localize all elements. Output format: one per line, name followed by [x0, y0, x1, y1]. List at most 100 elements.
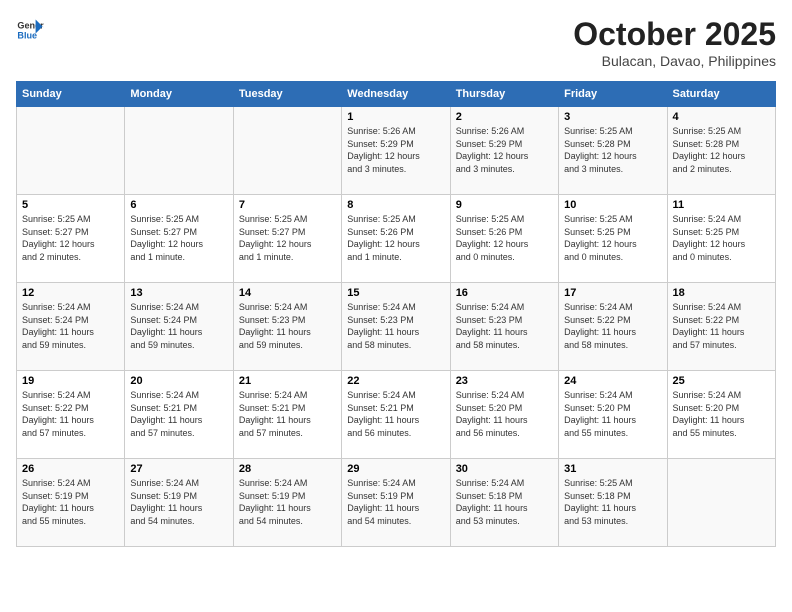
- day-number: 31: [564, 463, 661, 475]
- weekday-header-thursday: Thursday: [450, 82, 558, 107]
- location-subtitle: Bulacan, Davao, Philippines: [573, 53, 776, 69]
- day-info: Sunrise: 5:24 AM Sunset: 5:20 PM Dayligh…: [673, 389, 770, 439]
- calendar-cell: 7 Sunrise: 5:25 AM Sunset: 5:27 PM Daylig…: [233, 195, 341, 283]
- calendar-cell: 20Sunrise: 5:24 AM Sunset: 5:21 PM Dayli…: [125, 371, 233, 459]
- day-info: Sunrise: 5:25 AM Sunset: 5:26 PM Dayligh…: [456, 213, 553, 263]
- day-info: Sunrise: 5:25 AM Sunset: 5:27 PM Dayligh…: [22, 213, 119, 263]
- day-number: 22: [347, 375, 444, 387]
- day-info: Sunrise: 5:25 AM Sunset: 5:27 PM Dayligh…: [130, 213, 227, 263]
- calendar-cell: 24 Sunrise: 5:24 AM Sunset: 5:20 PM Dayli…: [559, 371, 667, 459]
- calendar-cell: 22 Sunrise: 5:24 AM Sunset: 5:21 PM Dayli…: [342, 371, 450, 459]
- day-number: 9: [456, 199, 553, 211]
- day-number: 20: [130, 375, 227, 387]
- day-info: Sunrise: 5:24 AM Sunset: 5:25 PM Dayligh…: [673, 213, 770, 263]
- calendar-cell: 19Sunrise: 5:24 AM Sunset: 5:22 PM Dayli…: [17, 371, 125, 459]
- day-info: Sunrise: 5:25 AM Sunset: 5:25 PM Dayligh…: [564, 213, 661, 263]
- calendar-cell: 11 Sunrise: 5:24 AM Sunset: 5:25 PM Dayli…: [667, 195, 775, 283]
- weekday-header-friday: Friday: [559, 82, 667, 107]
- calendar-cell: 28 Sunrise: 5:24 AM Sunset: 5:19 PM Dayli…: [233, 459, 341, 547]
- logo-icon: General Blue: [16, 16, 44, 44]
- svg-text:Blue: Blue: [17, 30, 37, 40]
- day-number: 29: [347, 463, 444, 475]
- weekday-header-tuesday: Tuesday: [233, 82, 341, 107]
- week-row-3: 12 Sunrise: 5:24 AM Sunset: 5:24 PM Dayli…: [17, 283, 776, 371]
- calendar-cell: 8 Sunrise: 5:25 AM Sunset: 5:26 PM Daylig…: [342, 195, 450, 283]
- day-number: 16: [456, 287, 553, 299]
- day-info: Sunrise: 5:25 AM Sunset: 5:18 PM Dayligh…: [564, 477, 661, 527]
- day-number: 23: [456, 375, 553, 387]
- day-number: 3: [564, 111, 661, 123]
- calendar-cell: 5 Sunrise: 5:25 AM Sunset: 5:27 PM Daylig…: [17, 195, 125, 283]
- day-info: Sunrise: 5:24 AM Sunset: 5:22 PM Dayligh…: [673, 301, 770, 351]
- calendar-cell: 27 Sunrise: 5:24 AM Sunset: 5:19 PM Dayli…: [125, 459, 233, 547]
- week-row-5: 26Sunrise: 5:24 AM Sunset: 5:19 PM Dayli…: [17, 459, 776, 547]
- calendar-cell: 4 Sunrise: 5:25 AM Sunset: 5:28 PM Daylig…: [667, 107, 775, 195]
- day-info: Sunrise: 5:24 AM Sunset: 5:19 PM Dayligh…: [22, 477, 119, 527]
- week-row-2: 5 Sunrise: 5:25 AM Sunset: 5:27 PM Daylig…: [17, 195, 776, 283]
- day-info: Sunrise: 5:26 AM Sunset: 5:29 PM Dayligh…: [347, 125, 444, 175]
- day-number: 5: [22, 199, 119, 211]
- day-number: 30: [456, 463, 553, 475]
- day-number: 15: [347, 287, 444, 299]
- logo: General Blue: [16, 16, 44, 44]
- calendar-cell: 25 Sunrise: 5:24 AM Sunset: 5:20 PM Dayli…: [667, 371, 775, 459]
- day-info: Sunrise: 5:24 AM Sunset: 5:24 PM Dayligh…: [130, 301, 227, 351]
- day-info: Sunrise: 5:26 AM Sunset: 5:29 PM Dayligh…: [456, 125, 553, 175]
- calendar-cell: 29 Sunrise: 5:24 AM Sunset: 5:19 PM Dayli…: [342, 459, 450, 547]
- day-info: Sunrise: 5:24 AM Sunset: 5:21 PM Dayligh…: [239, 389, 336, 439]
- page-header: General Blue October 2025 Bulacan, Davao…: [16, 16, 776, 69]
- day-number: 8: [347, 199, 444, 211]
- day-info: Sunrise: 5:24 AM Sunset: 5:22 PM Dayligh…: [564, 301, 661, 351]
- month-title: October 2025: [573, 16, 776, 53]
- day-info: Sunrise: 5:25 AM Sunset: 5:26 PM Dayligh…: [347, 213, 444, 263]
- calendar-cell: 30 Sunrise: 5:24 AM Sunset: 5:18 PM Dayli…: [450, 459, 558, 547]
- day-number: 19: [22, 375, 119, 387]
- day-info: Sunrise: 5:24 AM Sunset: 5:20 PM Dayligh…: [456, 389, 553, 439]
- calendar-cell: [233, 107, 341, 195]
- calendar-cell: 21Sunrise: 5:24 AM Sunset: 5:21 PM Dayli…: [233, 371, 341, 459]
- day-info: Sunrise: 5:24 AM Sunset: 5:19 PM Dayligh…: [239, 477, 336, 527]
- calendar-cell: 18Sunrise: 5:24 AM Sunset: 5:22 PM Dayli…: [667, 283, 775, 371]
- day-info: Sunrise: 5:25 AM Sunset: 5:28 PM Dayligh…: [673, 125, 770, 175]
- day-number: 25: [673, 375, 770, 387]
- weekday-header-sunday: Sunday: [17, 82, 125, 107]
- day-number: 27: [130, 463, 227, 475]
- day-info: Sunrise: 5:24 AM Sunset: 5:24 PM Dayligh…: [22, 301, 119, 351]
- calendar-cell: 23 Sunrise: 5:24 AM Sunset: 5:20 PM Dayli…: [450, 371, 558, 459]
- calendar-cell: 31 Sunrise: 5:25 AM Sunset: 5:18 PM Dayli…: [559, 459, 667, 547]
- calendar-cell: 1 Sunrise: 5:26 AM Sunset: 5:29 PM Daylig…: [342, 107, 450, 195]
- day-info: Sunrise: 5:24 AM Sunset: 5:19 PM Dayligh…: [130, 477, 227, 527]
- calendar-table: SundayMondayTuesdayWednesdayThursdayFrid…: [16, 81, 776, 547]
- day-info: Sunrise: 5:24 AM Sunset: 5:20 PM Dayligh…: [564, 389, 661, 439]
- day-number: 24: [564, 375, 661, 387]
- day-number: 6: [130, 199, 227, 211]
- day-number: 4: [673, 111, 770, 123]
- calendar-cell: 14Sunrise: 5:24 AM Sunset: 5:23 PM Dayli…: [233, 283, 341, 371]
- day-info: Sunrise: 5:24 AM Sunset: 5:21 PM Dayligh…: [347, 389, 444, 439]
- calendar-cell: 10 Sunrise: 5:25 AM Sunset: 5:25 PM Dayli…: [559, 195, 667, 283]
- day-info: Sunrise: 5:24 AM Sunset: 5:19 PM Dayligh…: [347, 477, 444, 527]
- calendar-cell: [17, 107, 125, 195]
- week-row-4: 19Sunrise: 5:24 AM Sunset: 5:22 PM Dayli…: [17, 371, 776, 459]
- day-number: 7: [239, 199, 336, 211]
- title-block: October 2025 Bulacan, Davao, Philippines: [573, 16, 776, 69]
- calendar-cell: [667, 459, 775, 547]
- day-number: 1: [347, 111, 444, 123]
- day-info: Sunrise: 5:25 AM Sunset: 5:27 PM Dayligh…: [239, 213, 336, 263]
- weekday-header-saturday: Saturday: [667, 82, 775, 107]
- calendar-cell: 26Sunrise: 5:24 AM Sunset: 5:19 PM Dayli…: [17, 459, 125, 547]
- calendar-cell: 16Sunrise: 5:24 AM Sunset: 5:23 PM Dayli…: [450, 283, 558, 371]
- day-info: Sunrise: 5:24 AM Sunset: 5:18 PM Dayligh…: [456, 477, 553, 527]
- weekday-header-wednesday: Wednesday: [342, 82, 450, 107]
- day-number: 12: [22, 287, 119, 299]
- day-number: 11: [673, 199, 770, 211]
- day-info: Sunrise: 5:24 AM Sunset: 5:23 PM Dayligh…: [347, 301, 444, 351]
- day-info: Sunrise: 5:25 AM Sunset: 5:28 PM Dayligh…: [564, 125, 661, 175]
- calendar-cell: 12 Sunrise: 5:24 AM Sunset: 5:24 PM Dayli…: [17, 283, 125, 371]
- weekday-header-monday: Monday: [125, 82, 233, 107]
- day-number: 28: [239, 463, 336, 475]
- calendar-cell: 2Sunrise: 5:26 AM Sunset: 5:29 PM Daylig…: [450, 107, 558, 195]
- day-number: 13: [130, 287, 227, 299]
- week-row-1: 1 Sunrise: 5:26 AM Sunset: 5:29 PM Daylig…: [17, 107, 776, 195]
- day-number: 10: [564, 199, 661, 211]
